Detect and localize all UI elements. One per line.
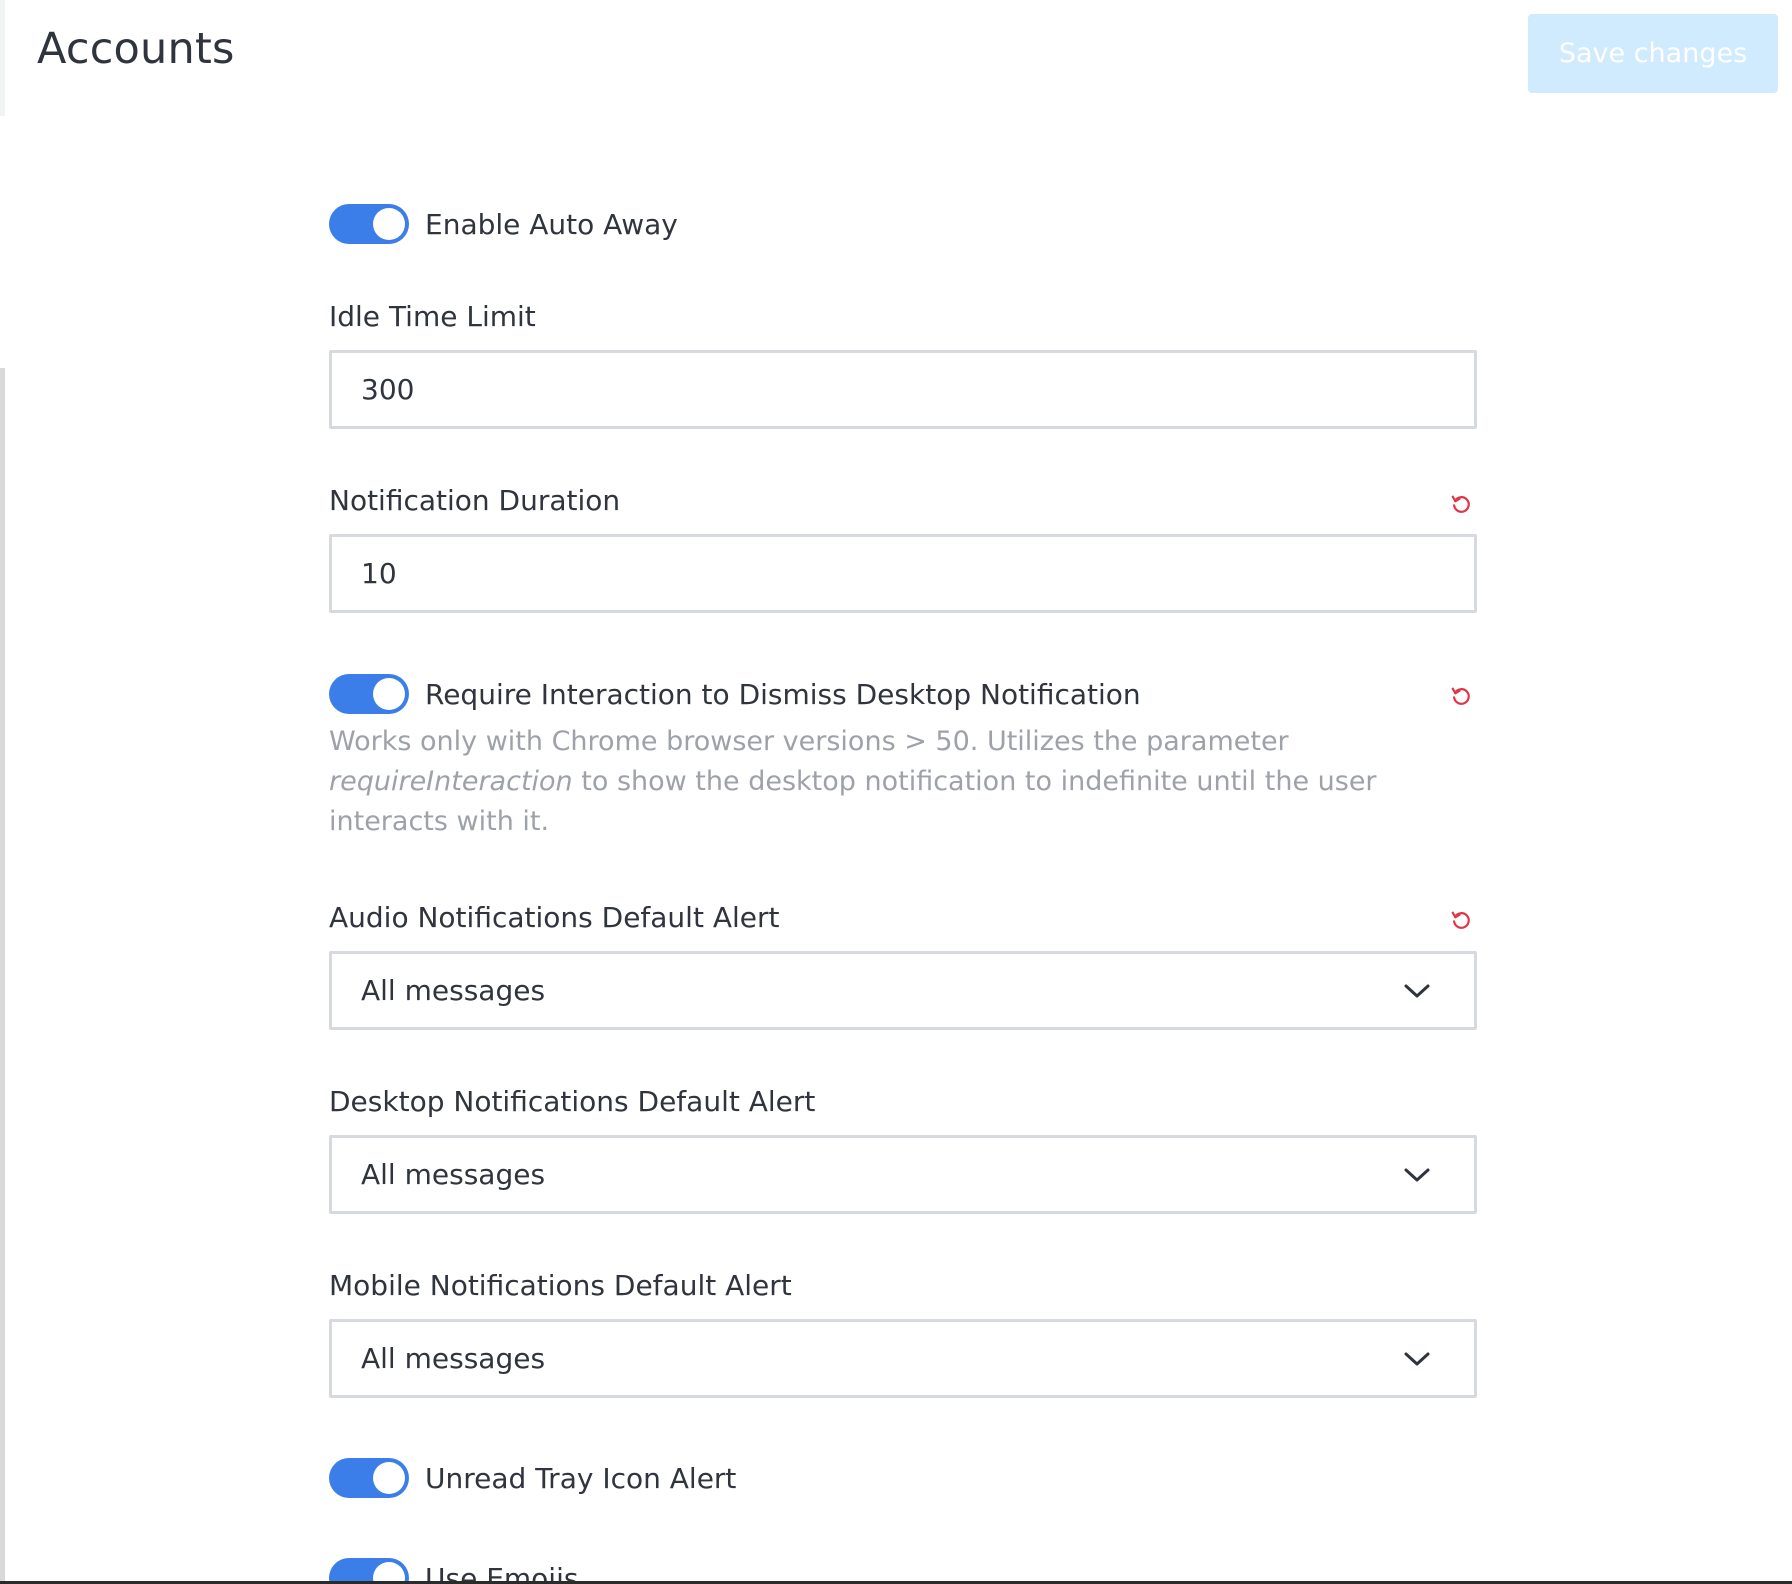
enable-auto-away-label: Enable Auto Away — [425, 207, 678, 241]
notification-duration-input[interactable] — [329, 534, 1477, 613]
idle-time-limit-label: Idle Time Limit — [329, 300, 536, 333]
enable-auto-away-toggle[interactable] — [329, 204, 409, 244]
mobile-notifications-label: Mobile Notifications Default Alert — [329, 1269, 792, 1302]
use-emojis-row: Use Emojis — [329, 1555, 1479, 1584]
select-value: All messages — [361, 1158, 546, 1191]
unread-tray-icon-alert-toggle[interactable] — [329, 1458, 409, 1498]
unread-tray-icon-alert-label: Unread Tray Icon Alert — [425, 1461, 737, 1495]
hint-text: Works only with Chrome browser versions … — [329, 726, 1289, 757]
toggle-knob — [373, 208, 405, 240]
left-edge-border — [0, 368, 5, 1584]
mobile-notifications-select[interactable]: All messages — [329, 1319, 1477, 1398]
require-interaction-row: Require Interaction to Dismiss Desktop N… — [329, 671, 1479, 717]
select-value: All messages — [361, 974, 546, 1007]
desktop-notifications-select[interactable]: All messages — [329, 1135, 1477, 1214]
audio-notifications-select[interactable]: All messages — [329, 951, 1477, 1030]
desktop-notifications-label: Desktop Notifications Default Alert — [329, 1085, 816, 1118]
toggle-knob — [373, 678, 405, 710]
idle-time-limit-input[interactable] — [329, 350, 1477, 429]
chevron-down-icon — [1404, 984, 1430, 997]
enable-auto-away-row: Enable Auto Away — [329, 201, 1479, 247]
select-value: All messages — [361, 1342, 546, 1375]
page-title: Accounts — [37, 24, 235, 74]
notification-duration-label: Notification Duration — [329, 484, 621, 517]
chevron-down-icon — [1404, 1168, 1430, 1181]
require-interaction-hint: Works only with Chrome browser versions … — [329, 722, 1389, 842]
reset-icon[interactable] — [1450, 909, 1472, 931]
toggle-knob — [373, 1462, 405, 1494]
hint-param: requireInteraction — [329, 766, 573, 797]
left-edge-shade — [0, 0, 5, 116]
reset-icon[interactable] — [1450, 493, 1472, 515]
save-changes-button[interactable]: Save changes — [1528, 14, 1778, 93]
require-interaction-toggle[interactable] — [329, 674, 409, 714]
require-interaction-label: Require Interaction to Dismiss Desktop N… — [425, 677, 1141, 711]
audio-notifications-label: Audio Notifications Default Alert — [329, 901, 780, 934]
chevron-down-icon — [1404, 1352, 1430, 1365]
settings-page: Accounts Save changes Enable Auto Away I… — [0, 0, 1792, 1584]
unread-tray-icon-alert-row: Unread Tray Icon Alert — [329, 1455, 1479, 1501]
reset-icon[interactable] — [1450, 685, 1472, 707]
